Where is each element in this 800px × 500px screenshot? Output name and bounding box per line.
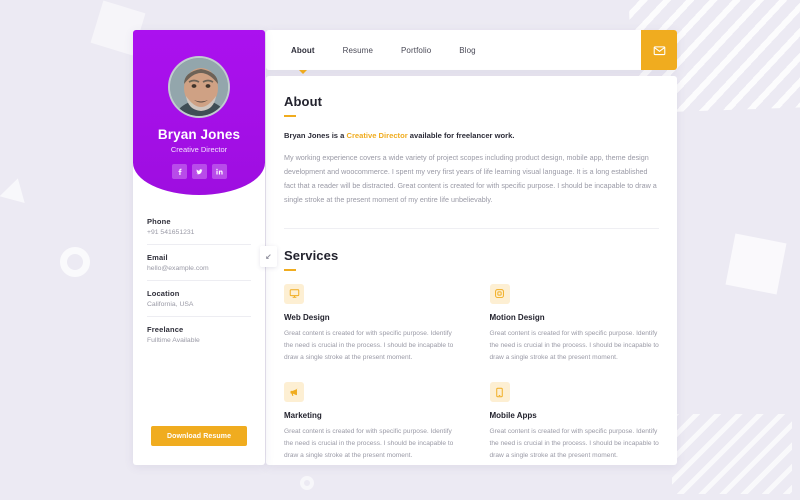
about-lead: Bryan Jones is a Creative Director avail… [284, 130, 659, 141]
tab-portfolio[interactable]: Portfolio [387, 30, 445, 70]
twitter-icon[interactable] [191, 164, 207, 179]
page-title: About [284, 94, 323, 109]
mobile-icon [489, 382, 510, 403]
decorative-square-right [725, 233, 787, 295]
services-section: Services Web Design Great content is cre… [284, 248, 659, 463]
service-card: Mobile Apps Great content is created for… [489, 382, 660, 463]
info-value: Fulltime Available [147, 337, 200, 344]
social-links [133, 164, 265, 179]
service-desc: Great content is created for with specif… [284, 428, 454, 460]
service-title: Motion Design [489, 312, 545, 322]
tab-blog[interactable]: Blog [445, 30, 489, 70]
service-desc: Great content is created for with specif… [489, 329, 659, 361]
linkedin-icon[interactable] [211, 164, 227, 179]
tab-resume[interactable]: Resume [329, 30, 387, 70]
megaphone-icon [284, 382, 304, 403]
service-title: Mobile Apps [489, 411, 537, 421]
info-label: Email [147, 253, 168, 262]
list-item: Freelance Fulltime Available [147, 317, 251, 352]
service-desc: Great content is created for with specif… [284, 329, 454, 361]
motion-icon [489, 283, 510, 304]
avatar [168, 56, 230, 118]
services-title: Services [284, 247, 339, 263]
list-item: Phone +91 541651231 [147, 209, 251, 245]
profile-role: Creative Director [170, 145, 228, 154]
service-card: Marketing Great content is created for w… [284, 382, 454, 463]
service-card: Motion Design Great content is created f… [489, 283, 660, 365]
envelope-icon[interactable] [641, 30, 677, 70]
decorative-dot-bottom [300, 476, 314, 490]
info-label: Phone [147, 217, 171, 226]
services-grid: Web Design Great content is created for … [284, 283, 660, 463]
decorative-ring [60, 247, 90, 277]
info-value: hello@example.com [147, 265, 209, 272]
collapse-handle[interactable] [260, 246, 277, 267]
list-item: Email hello@example.com [147, 245, 251, 281]
service-desc: Great content is created for with specif… [489, 428, 659, 460]
main-navbar: About Resume Portfolio Blog [266, 30, 677, 70]
service-title: Marketing [284, 411, 322, 421]
about-section: About Bryan Jones is a Creative Director… [284, 94, 659, 208]
about-lead-before: Bryan Jones is a [284, 131, 347, 140]
download-resume-button[interactable]: Download Resume [151, 426, 247, 446]
facebook-icon[interactable] [171, 164, 187, 179]
profile-name: Bryan Jones [157, 127, 241, 142]
about-lead-after: available for freelancer work. [407, 131, 515, 140]
profile-header: Bryan Jones Creative Director [133, 30, 265, 195]
decorative-stripes-bottom-right [672, 414, 792, 494]
service-title: Web Design [284, 312, 330, 322]
nav-tab-list: About Resume Portfolio Blog [266, 30, 641, 70]
tab-about[interactable]: About [277, 30, 329, 70]
about-paragraph: My working experience covers a wide vari… [284, 153, 657, 205]
profile-card: Bryan Jones Creative Director Phone +91 … [133, 30, 265, 465]
portfolio-page: Bryan Jones Creative Director Phone +91 … [0, 0, 800, 500]
info-value: California, USA [147, 301, 194, 308]
content-panel: About Bryan Jones is a Creative Director… [266, 76, 677, 465]
section-divider [284, 227, 659, 229]
list-item: Location California, USA [147, 281, 251, 317]
service-card: Web Design Great content is created for … [284, 283, 454, 365]
title-underline [284, 115, 296, 117]
about-lead-highlight: Creative Director [346, 131, 408, 140]
title-underline [284, 268, 296, 271]
contact-info-list: Phone +91 541651231 Email hello@example.… [133, 195, 265, 352]
info-label: Location [147, 289, 180, 298]
info-label: Freelance [147, 325, 184, 334]
monitor-icon [284, 283, 304, 304]
info-value: +91 541651231 [147, 229, 195, 236]
decorative-triangle [0, 175, 31, 203]
